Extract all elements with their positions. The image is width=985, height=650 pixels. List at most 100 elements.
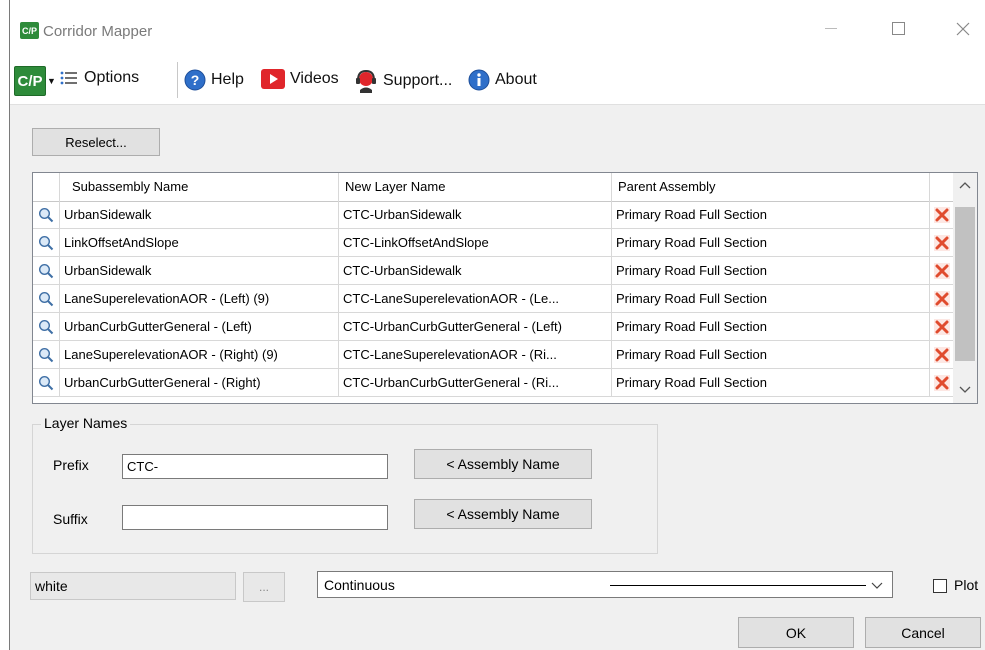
new-layer-name-cell[interactable]: CTC-LaneSuperelevationAOR - (Ri...: [339, 341, 612, 368]
subassembly-name-cell: UrbanSidewalk: [60, 257, 339, 284]
table-header: Subassembly Name New Layer Name Parent A…: [33, 173, 953, 202]
prefix-input[interactable]: CTC-: [122, 454, 388, 479]
header-row-selector: [33, 173, 60, 201]
suffix-assembly-name-button[interactable]: < Assembly Name: [414, 499, 592, 529]
about-label: About: [495, 71, 537, 88]
help-label: Help: [211, 71, 244, 88]
prefix-label: Prefix: [53, 457, 89, 473]
help-button[interactable]: ? Help: [184, 69, 244, 91]
delete-row-button[interactable]: [930, 257, 953, 284]
plot-label: Plot: [954, 577, 979, 593]
new-layer-name-cell[interactable]: CTC-UrbanSidewalk: [339, 201, 612, 228]
cancel-button[interactable]: Cancel: [865, 617, 981, 648]
cp-menu-logo-icon[interactable]: C/P: [14, 66, 46, 96]
subassembly-name-cell: LaneSuperelevationAOR - (Left) (9): [60, 285, 339, 312]
parent-assembly-cell: Primary Road Full Section: [612, 257, 930, 284]
support-headset-icon: [356, 69, 376, 93]
delete-x-icon: [933, 262, 950, 279]
svg-text:?: ?: [191, 72, 200, 88]
parent-assembly-cell: Primary Road Full Section: [612, 285, 930, 312]
new-layer-name-cell[interactable]: CTC-LaneSuperelevationAOR - (Le...: [339, 285, 612, 312]
zoom-magnifier-icon: [38, 347, 54, 362]
delete-x-icon: [933, 206, 950, 223]
parent-assembly-cell: Primary Road Full Section: [612, 229, 930, 256]
cp-menu-dropdown-icon[interactable]: ▼: [47, 76, 56, 86]
toolbar-separator: [177, 62, 178, 98]
delete-row-button[interactable]: [930, 285, 953, 312]
new-layer-name-cell[interactable]: CTC-UrbanCurbGutterGeneral - (Ri...: [339, 369, 612, 396]
subassembly-table[interactable]: Subassembly Name New Layer Name Parent A…: [32, 172, 978, 404]
suffix-input[interactable]: [122, 505, 388, 530]
zoom-magnifier-icon: [38, 207, 54, 222]
videos-label: Videos: [290, 70, 339, 87]
new-layer-name-cell[interactable]: CTC-UrbanCurbGutterGeneral - (Left): [339, 313, 612, 340]
zoom-to-button[interactable]: [33, 313, 60, 340]
table-row-partial: [33, 397, 953, 403]
options-button[interactable]: Options: [60, 69, 139, 87]
reselect-button[interactable]: Reselect...: [32, 128, 160, 156]
table-row[interactable]: LinkOffsetAndSlope CTC-LinkOffsetAndSlope…: [33, 229, 953, 257]
subassembly-name-cell: LaneSuperelevationAOR - (Right) (9): [60, 341, 339, 368]
video-play-icon: [261, 69, 285, 89]
list-icon: [60, 71, 77, 85]
zoom-magnifier-icon: [38, 319, 54, 334]
column-header-subassembly[interactable]: Subassembly Name: [60, 173, 339, 201]
support-button[interactable]: Support...: [354, 69, 452, 93]
table-row[interactable]: UrbanCurbGutterGeneral - (Right) CTC-Urba…: [33, 369, 953, 397]
zoom-to-button[interactable]: [33, 369, 60, 396]
videos-button[interactable]: Videos: [261, 69, 339, 89]
table-row[interactable]: UrbanCurbGutterGeneral - (Left) CTC-Urban…: [33, 313, 953, 341]
about-button[interactable]: About: [468, 69, 537, 91]
table-row[interactable]: LaneSuperelevationAOR - (Right) (9) CTC-L…: [33, 341, 953, 369]
delete-x-icon: [933, 234, 950, 251]
plot-checkbox[interactable]: [933, 579, 947, 593]
delete-row-button[interactable]: [930, 341, 953, 368]
table-row[interactable]: LaneSuperelevationAOR - (Left) (9) CTC-La…: [33, 285, 953, 313]
close-icon: [956, 22, 970, 36]
linetype-value: Continuous: [324, 577, 395, 593]
zoom-to-button[interactable]: [33, 341, 60, 368]
help-icon: ?: [184, 69, 206, 91]
linetype-dropdown[interactable]: Continuous: [317, 571, 893, 598]
vertical-scrollbar[interactable]: [953, 173, 977, 403]
parent-assembly-cell: Primary Road Full Section: [612, 201, 930, 228]
suffix-label: Suffix: [53, 511, 88, 527]
delete-row-button[interactable]: [930, 369, 953, 396]
zoom-to-button[interactable]: [33, 257, 60, 284]
table-row[interactable]: UrbanSidewalk CTC-UrbanSidewalk Primary Ro…: [33, 201, 953, 229]
scroll-up-icon[interactable]: [953, 175, 977, 195]
table-row[interactable]: UrbanSidewalk CTC-UrbanSidewalk Primary Ro…: [33, 257, 953, 285]
app-logo-icon: C/P: [20, 22, 39, 39]
new-layer-name-cell[interactable]: CTC-LinkOffsetAndSlope: [339, 229, 612, 256]
zoom-magnifier-icon: [38, 235, 54, 250]
zoom-to-button[interactable]: [33, 201, 60, 228]
delete-x-icon: [933, 374, 950, 391]
linetype-preview-line: [610, 585, 866, 586]
zoom-to-button[interactable]: [33, 285, 60, 312]
column-header-layer[interactable]: New Layer Name: [339, 173, 612, 201]
color-picker-button[interactable]: ...: [243, 572, 285, 602]
support-label: Support...: [383, 72, 453, 89]
delete-row-button[interactable]: [930, 313, 953, 340]
minimize-button[interactable]: [808, 14, 854, 44]
delete-x-icon: [933, 290, 950, 307]
delete-x-icon: [933, 346, 950, 363]
delete-row-button[interactable]: [930, 201, 953, 228]
parent-assembly-cell: Primary Road Full Section: [612, 341, 930, 368]
maximize-button[interactable]: [876, 14, 922, 44]
scroll-down-icon[interactable]: [953, 379, 977, 399]
corridor-mapper-window: C/P Corridor Mapper C/P ▼ Options ? Help…: [9, 0, 985, 650]
maximize-icon: [892, 22, 905, 35]
subassembly-name-cell: UrbanCurbGutterGeneral - (Right): [60, 369, 339, 396]
color-field: white: [30, 572, 236, 600]
delete-row-button[interactable]: [930, 229, 953, 256]
zoom-to-button[interactable]: [33, 229, 60, 256]
delete-x-icon: [933, 318, 950, 335]
ok-button[interactable]: OK: [738, 617, 854, 648]
column-header-parent[interactable]: Parent Assembly: [612, 173, 930, 201]
zoom-magnifier-icon: [38, 263, 54, 278]
scrollbar-thumb[interactable]: [955, 207, 975, 361]
close-button[interactable]: [940, 14, 985, 44]
prefix-assembly-name-button[interactable]: < Assembly Name: [414, 449, 592, 479]
new-layer-name-cell[interactable]: CTC-UrbanSidewalk: [339, 257, 612, 284]
